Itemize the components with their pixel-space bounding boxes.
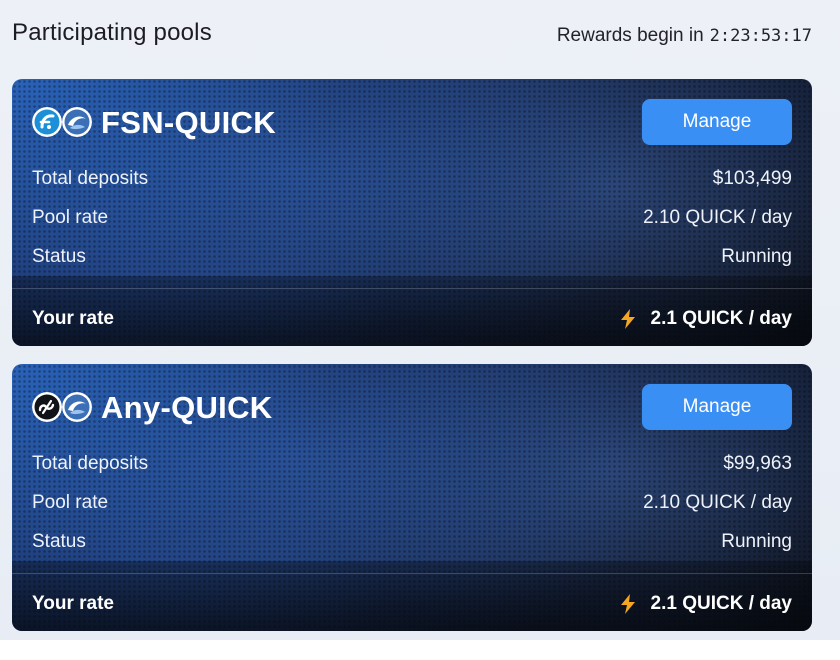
card-divider	[12, 288, 812, 289]
your-rate-value-group: 2.1 QUICK / day	[619, 593, 793, 615]
your-rate-value-group: 2.1 QUICK / day	[619, 308, 793, 330]
your-rate-value: 2.1 QUICK / day	[650, 593, 793, 614]
pool-name: Any-QUICK	[101, 390, 273, 425]
countdown-label: Rewards begin in	[556, 25, 704, 46]
total-deposits-label: Total deposits	[32, 168, 149, 189]
status-label: Status	[32, 246, 86, 267]
countdown-time: 2:23:53:17	[709, 26, 812, 46]
rewards-countdown: Rewards begin in 2:23:53:17	[557, 25, 812, 47]
manage-button[interactable]: Manage	[642, 99, 792, 145]
lightning-bolt-icon	[620, 594, 635, 614]
card-divider	[12, 573, 812, 574]
manage-button[interactable]: Manage	[642, 384, 792, 430]
total-deposits-value: $103,499	[712, 168, 792, 189]
status-label: Status	[32, 531, 86, 552]
pool-rate-value: 2.10 QUICK / day	[643, 492, 792, 513]
section-header: Participating pools Rewards begin in 2:23…	[12, 14, 812, 58]
quick-token-icon	[62, 392, 92, 422]
quick-token-icon	[62, 107, 92, 137]
token-pair-icons	[32, 107, 94, 139]
token-pair-icons	[32, 392, 94, 424]
your-rate-value: 2.1 QUICK / day	[650, 308, 793, 329]
total-deposits-label: Total deposits	[32, 453, 149, 474]
pool-card-fsn-quick: FSN-QUICK Manage Total deposits $103,499…	[12, 79, 812, 346]
pool-rate-label: Pool rate	[32, 492, 109, 513]
pool-name: FSN-QUICK	[101, 105, 276, 140]
total-deposits-value: $99,963	[723, 453, 792, 474]
pool-rate-label: Pool rate	[32, 207, 109, 228]
your-rate-label: Your rate	[32, 593, 115, 614]
pool-card-any-quick: Any-QUICK Manage Total deposits $99,963 …	[12, 364, 812, 631]
lightning-bolt-icon	[620, 309, 635, 329]
status-value: Running	[721, 246, 792, 267]
page-title: Participating pools	[12, 19, 212, 46]
status-value: Running	[721, 531, 792, 552]
participating-pools-page: Participating pools Rewards begin in 2:23…	[0, 0, 840, 640]
any-token-icon	[32, 392, 62, 422]
pool-rate-value: 2.10 QUICK / day	[643, 207, 792, 228]
your-rate-label: Your rate	[32, 308, 115, 329]
fsn-token-icon	[32, 107, 62, 137]
